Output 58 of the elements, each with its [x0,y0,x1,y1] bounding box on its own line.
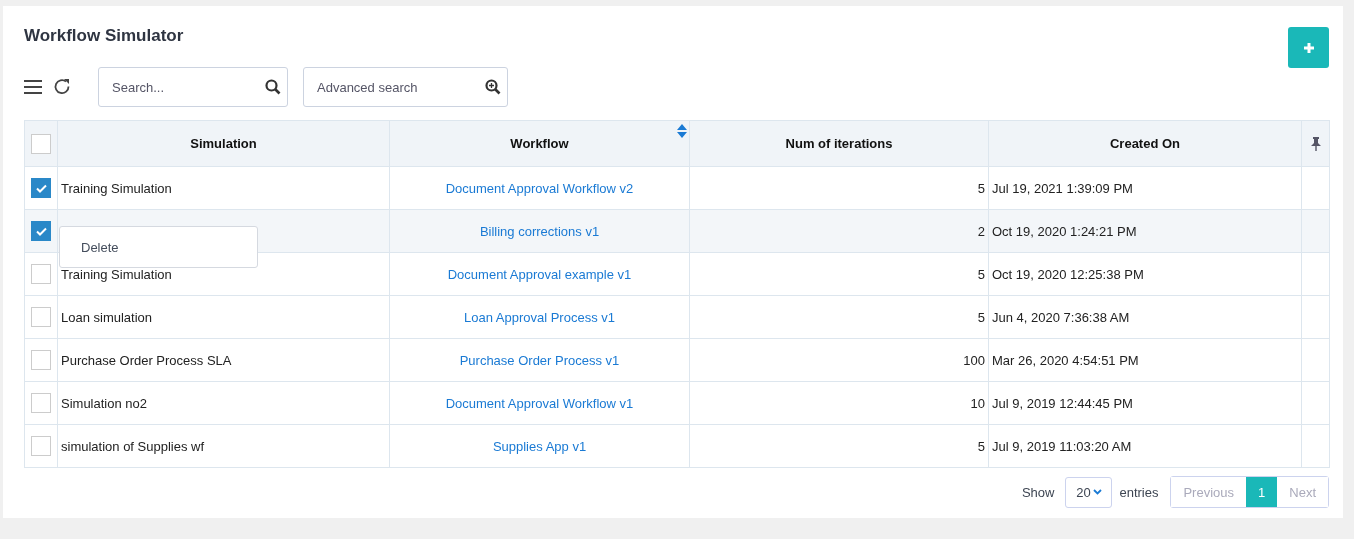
workflow-link[interactable]: Billing corrections v1 [389,209,690,253]
checkbox[interactable] [31,393,51,413]
checkbox[interactable] [31,436,51,456]
sort-icon[interactable] [677,124,687,138]
table-cell: 2 [689,209,989,253]
table-cell: 5 [689,295,989,339]
table-cell: Simulation no2 [57,381,390,425]
pin-icon[interactable] [1309,136,1322,151]
checkbox[interactable] [31,350,51,370]
page-button[interactable]: 1 [1246,477,1278,507]
zoom-in-icon [485,79,501,95]
checkbox[interactable] [31,264,51,284]
chevron-down-icon [1092,489,1102,495]
table-cell: simulation of Supplies wf [57,424,390,468]
table-cell: Jun 4, 2020 7:36:38 AM [988,295,1302,339]
table-cell: Training Simulation [57,252,390,296]
workflow-link[interactable]: Document Approval Workflow v1 [389,381,690,425]
checkbox[interactable] [31,307,51,327]
workflow-link[interactable]: Document Approval Workflow v2 [389,166,690,210]
table-cell: 100 [689,338,989,382]
checkbox[interactable] [31,133,51,154]
table-cell: Mar 26, 2020 4:54:51 PM [988,338,1302,382]
column-header[interactable]: Workflow [389,120,690,167]
table-cell: 5 [689,166,989,210]
refresh-icon[interactable] [52,77,72,97]
table-cell: Jul 19, 2021 1:39:09 PM [988,166,1302,210]
checkbox[interactable] [31,178,51,198]
table-cell: Jul 9, 2019 12:44:45 PM [988,381,1302,425]
page-size-select[interactable]: 20 [1065,476,1113,508]
plus-icon [1302,41,1315,54]
checkbox[interactable] [31,221,51,241]
column-header[interactable]: Simulation [57,120,390,167]
table-cell: Loan simulation [57,295,390,339]
search-field[interactable]: Search... [98,67,288,107]
column-header[interactable]: Num of iterations [689,120,989,167]
add-button[interactable] [1288,27,1329,68]
workflow-link[interactable]: Purchase Order Process v1 [389,338,690,382]
table-cell: Jul 9, 2019 11:03:20 AM [988,424,1302,468]
table-cell: 5 [689,252,989,296]
table-cell: Purchase Order Process SLA [57,338,390,382]
menu-icon[interactable] [24,80,42,94]
entries-label: entries [1119,484,1159,500]
table-cell: Oct 19, 2020 12:25:38 PM [988,252,1302,296]
check-icon [35,226,47,236]
page-title: Workflow Simulator [24,25,184,46]
advanced-search-field[interactable]: Advanced search [303,67,508,107]
workflow-link[interactable]: Supplies App v1 [389,424,690,468]
table-cell: Oct 19, 2020 1:24:21 PM [988,209,1302,253]
table-cell: 5 [689,424,989,468]
table-cell: Training Simulation [57,166,390,210]
menu-item[interactable]: Delete [60,239,119,255]
workflow-link[interactable]: Document Approval example v1 [389,252,690,296]
workflow-link[interactable]: Loan Approval Process v1 [389,295,690,339]
table-cell: 10 [689,381,989,425]
search-icon [265,79,281,95]
column-header[interactable]: Created On [988,120,1302,167]
check-icon [35,183,47,193]
show-label: Show [1021,484,1055,500]
